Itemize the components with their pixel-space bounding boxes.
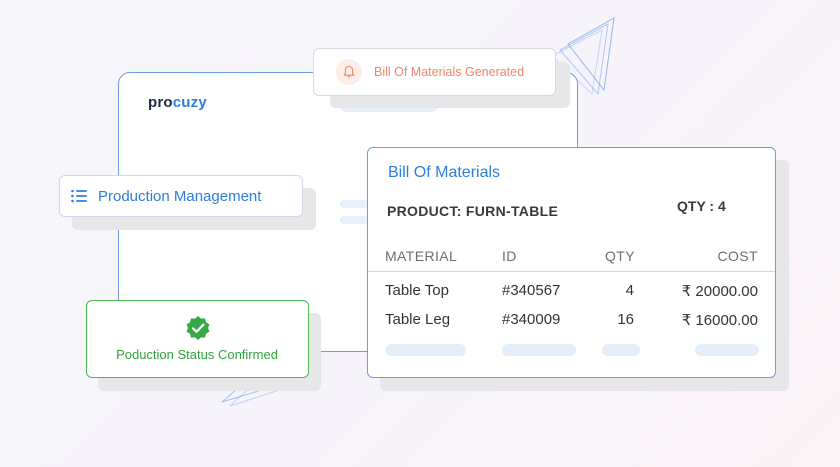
production-management-item[interactable]: Production Management: [59, 175, 303, 217]
bom-qty: QTY : 4: [677, 198, 726, 214]
column-header-material: MATERIAL: [385, 248, 458, 264]
notification-text: Bill Of Materials Generated: [374, 65, 525, 79]
bell-icon: [336, 59, 362, 85]
column-header-cost: COST: [717, 248, 758, 264]
row-cost: ₹ 16000.00: [681, 312, 758, 329]
window-ghost-bar: [340, 216, 370, 224]
production-status-card: Poduction Status Confirmed: [86, 300, 309, 378]
row-qty: 16: [617, 311, 634, 328]
row-id: #340567: [502, 282, 561, 299]
row-qty: 4: [625, 282, 634, 299]
table-divider: [368, 271, 775, 272]
loading-placeholder: [602, 344, 640, 356]
procuzy-logo: procuzy: [148, 94, 207, 111]
loading-placeholder: [385, 344, 466, 356]
status-text: Poduction Status Confirmed: [116, 347, 278, 362]
list-icon: [71, 189, 87, 203]
row-material: Table Leg: [385, 311, 451, 328]
column-header-id: ID: [502, 248, 517, 264]
loading-placeholder: [695, 344, 759, 356]
row-cost: ₹ 20000.00: [681, 283, 758, 300]
row-id: #340009: [502, 311, 561, 328]
production-management-label: Production Management: [98, 187, 262, 205]
bom-product: PRODUCT: FURN-TABLE: [387, 203, 559, 219]
bill-of-materials-card: Bill Of Materials PRODUCT: FURN-TABLE QT…: [367, 147, 776, 378]
bom-generated-notification[interactable]: Bill Of Materials Generated: [313, 48, 556, 96]
window-ghost-bar: [340, 200, 370, 208]
bom-title: Bill Of Materials: [388, 164, 501, 181]
column-header-qty: QTY: [605, 248, 635, 264]
row-material: Table Top: [385, 282, 449, 299]
loading-placeholder: [502, 344, 576, 356]
check-badge-icon: [186, 316, 210, 340]
